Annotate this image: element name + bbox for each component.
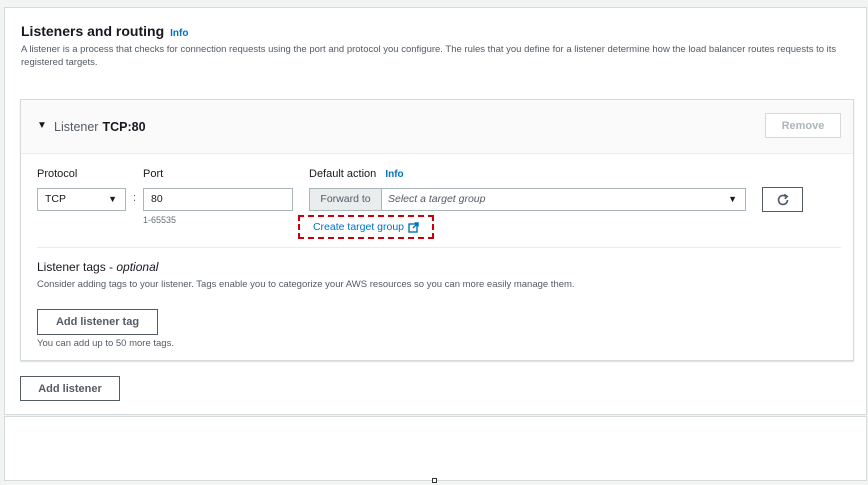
target-group-placeholder: Select a target group bbox=[388, 193, 486, 205]
tags-title-text: Listener tags - bbox=[37, 260, 117, 274]
dropdown-arrow-icon: ▼ bbox=[108, 194, 117, 204]
listener-tags-title: Listener tags - optional bbox=[37, 260, 158, 274]
refresh-button[interactable] bbox=[762, 187, 803, 212]
protocol-value: TCP bbox=[45, 193, 66, 205]
remove-button[interactable]: Remove bbox=[765, 113, 841, 138]
listener-header: ▼ Listener TCP:80 Remove bbox=[21, 100, 853, 154]
tags-optional: optional bbox=[116, 260, 159, 274]
external-link-icon bbox=[408, 221, 419, 233]
info-link[interactable]: Info bbox=[170, 28, 188, 39]
create-target-group-link[interactable]: Create target group bbox=[298, 215, 434, 239]
resize-handle[interactable] bbox=[432, 478, 437, 483]
port-label: Port bbox=[143, 168, 164, 180]
section-description: A listener is a process that checks for … bbox=[21, 44, 837, 68]
port-input[interactable]: 80 bbox=[143, 188, 293, 211]
protocol-label: Protocol bbox=[37, 168, 78, 180]
divider bbox=[37, 247, 841, 248]
add-listener-button[interactable]: Add listener bbox=[20, 376, 120, 401]
tags-limit-text: You can add up to 50 more tags. bbox=[37, 338, 174, 349]
dropdown-arrow-icon: ▼ bbox=[728, 194, 737, 204]
listener-name: TCP:80 bbox=[102, 120, 146, 134]
listeners-panel: Listeners and routing Info A listener is … bbox=[4, 7, 867, 415]
forward-to-prefix: Forward to bbox=[310, 189, 382, 210]
listener-label: Listener bbox=[54, 120, 99, 134]
listener-title[interactable]: Listener TCP:80 bbox=[54, 120, 146, 134]
listener-card: ▼ Listener TCP:80 Remove Protocol Port De… bbox=[20, 99, 854, 361]
default-action-select[interactable]: Forward to Select a target group ▼ bbox=[309, 188, 746, 211]
create-target-group-text: Create target group bbox=[312, 221, 405, 233]
default-action-text: Default action bbox=[309, 168, 377, 180]
caret-down-icon[interactable]: ▼ bbox=[37, 120, 47, 131]
port-hint: 1-65535 bbox=[143, 215, 177, 225]
default-action-label: Default action Info bbox=[309, 168, 404, 180]
lower-panel bbox=[4, 416, 867, 481]
protocol-select[interactable]: TCP ▼ bbox=[37, 188, 126, 211]
separator-colon: : bbox=[133, 192, 137, 204]
refresh-icon bbox=[777, 193, 788, 205]
default-action-info-link[interactable]: Info bbox=[385, 169, 403, 180]
section-title-text: Listeners and routing bbox=[21, 23, 165, 39]
tags-description: Consider adding tags to your listener. T… bbox=[37, 279, 575, 290]
add-listener-tag-button[interactable]: Add listener tag bbox=[37, 309, 158, 335]
section-title: Listeners and routing Info bbox=[21, 23, 188, 39]
